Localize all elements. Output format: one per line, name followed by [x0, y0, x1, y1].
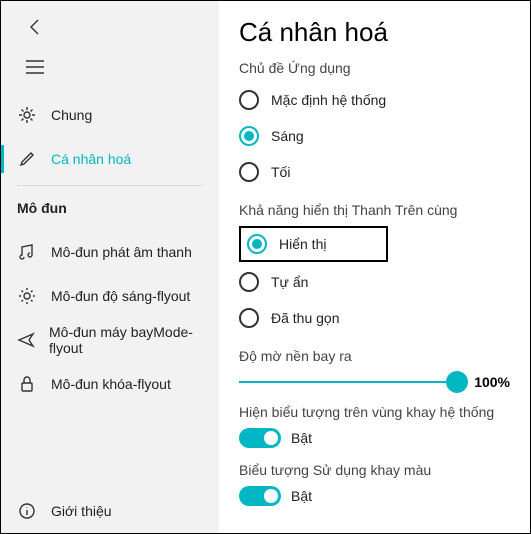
- divider: [17, 185, 203, 186]
- sidebar-item-general[interactable]: Chung: [1, 93, 219, 137]
- radio-topbar-visible[interactable]: Hiển thị: [247, 232, 326, 256]
- radio-label: Đã thu gọn: [271, 310, 340, 326]
- arrow-left-icon: [26, 18, 44, 36]
- highlight-box: Hiển thị: [239, 226, 388, 262]
- radio-label: Sáng: [271, 128, 304, 144]
- sidebar-item-label: Mô-đun máy bayMode-flyout: [49, 324, 203, 356]
- toggle-label: Bật: [291, 430, 312, 446]
- radio-circle-icon: [239, 308, 259, 328]
- sidebar-item-about[interactable]: Giới thiệu: [1, 489, 219, 533]
- radio-circle-icon: [239, 90, 259, 110]
- radio-theme-light[interactable]: Sáng: [239, 120, 510, 152]
- menu-button[interactable]: [17, 49, 53, 85]
- radio-label: Mặc định hệ thống: [271, 92, 386, 108]
- radio-circle-icon: [247, 234, 267, 254]
- sidebar-item-label: Mô-đun phát âm thanh: [51, 244, 192, 260]
- toggle-label: Bật: [291, 488, 312, 504]
- toggle-switch-icon: [239, 486, 281, 506]
- toggle-switch-icon: [239, 428, 281, 448]
- section-header-modules: Mô đun: [1, 190, 219, 222]
- sidebar: Chung Cá nhân hoá Mô đun Mô-đun phát âm …: [1, 1, 219, 533]
- sidebar-item-label: Giới thiệu: [51, 503, 112, 519]
- radio-theme-dark[interactable]: Tối: [239, 156, 510, 188]
- lock-icon: [17, 374, 37, 394]
- radio-topbar-collapsed[interactable]: Đã thu gọn: [239, 302, 510, 334]
- page-title: Cá nhân hoá: [239, 17, 510, 48]
- radio-label: Tối: [271, 164, 290, 180]
- sidebar-item-personalize[interactable]: Cá nhân hoá: [1, 137, 219, 181]
- gear-icon: [17, 105, 37, 125]
- toggle-colored-tray[interactable]: Bật: [239, 486, 510, 506]
- brush-icon: [17, 149, 37, 169]
- group-label-opacity: Độ mờ nền bay ra: [239, 348, 510, 364]
- sidebar-item-label: Chung: [51, 107, 92, 123]
- music-icon: [17, 242, 37, 262]
- radio-circle-icon: [239, 272, 259, 292]
- hamburger-icon: [26, 60, 44, 74]
- opacity-slider[interactable]: [239, 381, 466, 383]
- group-label-topbar: Khả năng hiển thị Thanh Trên cùng: [239, 202, 510, 218]
- toggle-tray-icon[interactable]: Bật: [239, 428, 510, 448]
- slider-value: 100%: [474, 374, 510, 390]
- sidebar-item-lock-module[interactable]: Mô-đun khóa-flyout: [1, 362, 219, 406]
- airplane-icon: [17, 330, 35, 350]
- sidebar-item-audio-module[interactable]: Mô-đun phát âm thanh: [1, 230, 219, 274]
- radio-circle-icon: [239, 126, 259, 146]
- group-label-tray-icon: Hiện biểu tượng trên vùng khay hệ thống: [239, 404, 510, 420]
- radio-circle-icon: [239, 162, 259, 182]
- radio-theme-system[interactable]: Mặc định hệ thống: [239, 84, 510, 116]
- info-icon: [17, 501, 37, 521]
- radio-label: Tự ẩn: [271, 274, 308, 290]
- group-label-theme: Chủ đề Ứng dụng: [239, 60, 510, 76]
- back-button[interactable]: [17, 9, 53, 45]
- sidebar-item-brightness-module[interactable]: Mô-đun độ sáng-flyout: [1, 274, 219, 318]
- group-label-colored-tray: Biểu tượng Sử dụng khay màu: [239, 462, 510, 478]
- main-content: Cá nhân hoá Chủ đề Ứng dụng Mặc định hệ …: [219, 1, 530, 533]
- radio-label: Hiển thị: [279, 236, 326, 252]
- slider-thumb[interactable]: [446, 371, 468, 393]
- sidebar-item-label: Mô-đun độ sáng-flyout: [51, 288, 190, 304]
- sidebar-item-label: Mô-đun khóa-flyout: [51, 376, 171, 392]
- sun-icon: [17, 286, 37, 306]
- sidebar-item-airplane-module[interactable]: Mô-đun máy bayMode-flyout: [1, 318, 219, 362]
- sidebar-item-label: Cá nhân hoá: [51, 151, 131, 167]
- radio-topbar-autohide[interactable]: Tự ẩn: [239, 266, 510, 298]
